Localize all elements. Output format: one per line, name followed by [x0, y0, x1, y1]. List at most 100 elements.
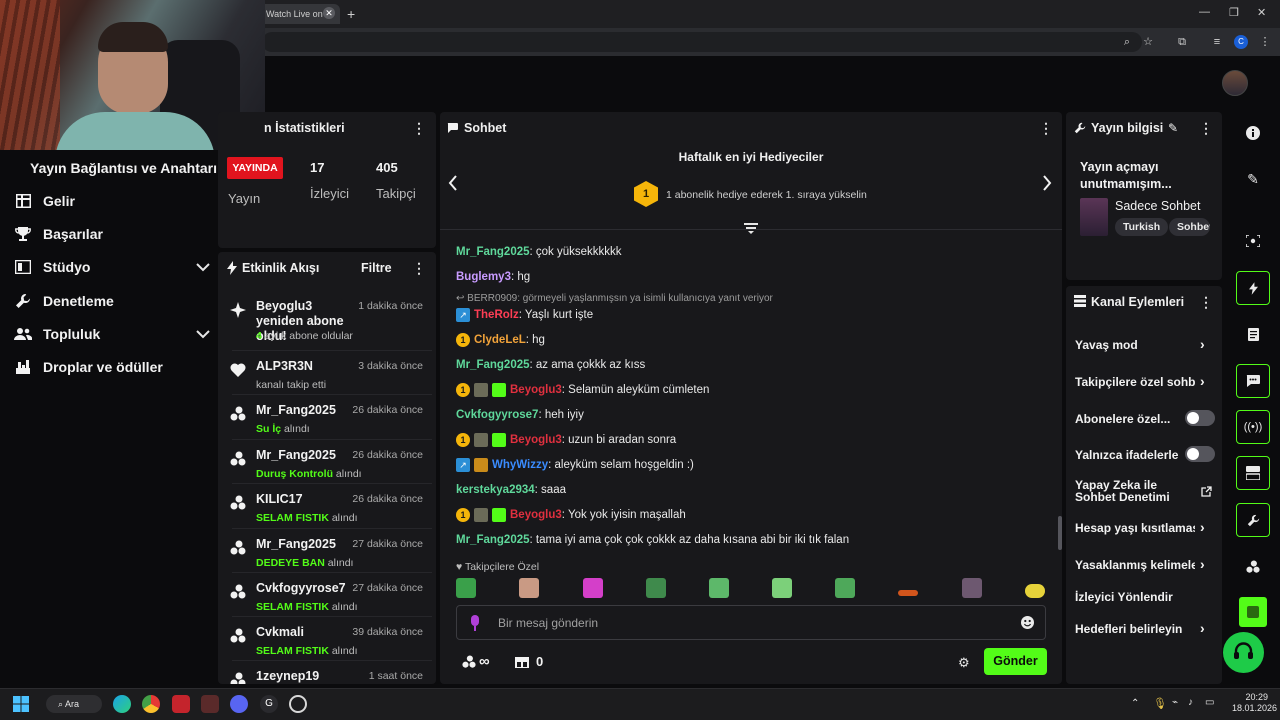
category-name[interactable]: Sadece Sohbet [1115, 199, 1201, 213]
tag[interactable]: Turkish [1115, 218, 1169, 236]
nav-item-gelir[interactable]: Gelir [14, 188, 210, 214]
media-icon[interactable]: ≡ [1210, 35, 1224, 49]
activity-item[interactable]: Mr_Fang2025 26 dakika önce Su İç alındı [218, 400, 436, 444]
network-icon[interactable]: ⌁ [1172, 697, 1178, 708]
pencil-icon[interactable]: ✎ [1236, 162, 1270, 196]
close-window-icon[interactable]: ✕ [1257, 6, 1266, 19]
edge-icon[interactable] [113, 695, 131, 713]
chat-message[interactable]: kerstekya2934: saaa [456, 482, 566, 498]
zoom-icon[interactable]: ⌕ [1120, 35, 1134, 49]
emote[interactable] [962, 578, 982, 598]
tab-close-icon[interactable]: ✕ [323, 7, 335, 19]
volume-icon[interactable]: ♪ [1188, 697, 1193, 708]
chevron-down-icon[interactable] [196, 329, 210, 339]
user-avatar[interactable] [1222, 70, 1248, 96]
stream-key-link[interactable]: Yayın Bağlantısı ve Anahtarı [30, 160, 217, 176]
activity-item[interactable]: KILIC17 26 dakika önce SELAM FISTIK alın… [218, 489, 436, 533]
chat-username[interactable]: WhyWizzy [492, 459, 548, 471]
chevron-right-icon[interactable]: › [1200, 519, 1205, 535]
emote-only-toggle[interactable] [1185, 446, 1215, 462]
pinned-collapse-icon[interactable] [744, 222, 760, 236]
chat-username[interactable]: kerstekya2934 [456, 484, 535, 496]
chat-username[interactable]: Beyoglu3 [510, 509, 562, 521]
chat-username[interactable]: Mr_Fang2025 [456, 246, 530, 258]
emote[interactable] [898, 590, 918, 596]
minimize-icon[interactable]: — [1199, 6, 1210, 18]
browser-menu-icon[interactable]: ⋮ [1258, 35, 1272, 49]
ai-moderation-row[interactable]: Yapay Zeka ile Sohbet Denetimi [1075, 479, 1185, 503]
app-icon[interactable] [172, 695, 190, 713]
chat-message[interactable]: Mr_Fang2025: çok yüksekkkkkk [456, 244, 622, 260]
emote[interactable] [456, 578, 476, 598]
chat-message[interactable]: ↗ TheRolz: Yaşlı kurt işte [456, 307, 593, 323]
nav-item-denetleme[interactable]: Denetleme [14, 288, 210, 314]
maximize-icon[interactable]: ❐ [1229, 6, 1239, 19]
chat-username[interactable]: Mr_Fang2025 [456, 359, 530, 371]
nav-item-studyo[interactable]: Stüdyo [14, 254, 210, 280]
chevron-right-icon[interactable]: › [1200, 373, 1205, 389]
new-tab-button[interactable]: + [347, 6, 355, 22]
chat-username[interactable]: Beyoglu3 [510, 434, 562, 446]
windows-start-icon[interactable] [13, 696, 30, 713]
chat-message[interactable]: ↗ WhyWizzy: aleyküm selam hoşgeldin :) [456, 457, 694, 473]
subscribers-only-toggle[interactable] [1185, 410, 1215, 426]
emoji-icon[interactable] [1021, 616, 1034, 629]
chat-input[interactable]: Bir mesaj gönderin [456, 605, 1046, 640]
chat-username[interactable]: Cvkfogyyrose7 [456, 409, 538, 421]
chevron-left-icon[interactable] [448, 175, 462, 193]
activity-item[interactable]: Beyoglu3 yeniden abone oldu! 1 dakika ön… [218, 296, 436, 343]
omnibox[interactable] [262, 32, 1142, 52]
chat-username[interactable]: Mr_Fang2025 [456, 534, 530, 546]
extensions-icon[interactable]: ⧉ [1175, 35, 1189, 49]
clip-icon[interactable] [1236, 224, 1270, 258]
chat-icon[interactable] [1236, 364, 1270, 398]
points-icon[interactable] [462, 655, 478, 669]
nav-item-basarilar[interactable]: Başarılar [14, 221, 210, 247]
banned-words-row[interactable]: Yasaklanmış kelimeler [1075, 558, 1195, 572]
chat-message[interactable]: Mr_Fang2025: tama iyi ama çok çok çokkk … [456, 532, 849, 548]
app-icon[interactable]: G [260, 695, 278, 713]
app-icon[interactable] [201, 695, 219, 713]
tray-chevron-icon[interactable]: ⌃ [1131, 698, 1139, 709]
category-thumbnail[interactable] [1080, 198, 1108, 236]
chat-settings-icon[interactable]: ⚙ [958, 655, 970, 671]
send-button[interactable]: Gönder [984, 648, 1047, 675]
mod-wrench-icon[interactable] [1236, 503, 1270, 537]
chat-username[interactable]: Beyoglu3 [510, 384, 562, 396]
chat-username[interactable]: Buglemy3 [456, 271, 511, 283]
emote[interactable] [583, 578, 603, 598]
stats-menu-icon[interactable]: ⋮ [412, 120, 426, 137]
chat-message[interactable]: 1 Beyoglu3: uzun bi aradan sonra [456, 432, 676, 448]
app-icon[interactable] [289, 695, 307, 713]
document-icon[interactable] [1236, 317, 1270, 351]
bookmark-star-icon[interactable]: ☆ [1141, 35, 1155, 49]
taskbar-clock[interactable]: 20:29 18.01.2026 [1232, 692, 1277, 714]
chat-username[interactable]: ClydeLeL [474, 334, 526, 346]
emote[interactable] [519, 578, 539, 598]
tag[interactable]: Sohbet [1169, 218, 1210, 236]
chat-message[interactable]: Cvkfogyyrose7: heh iyiy [456, 407, 584, 423]
external-link-icon[interactable] [1201, 486, 1212, 497]
kick-extension-icon[interactable] [1239, 597, 1267, 627]
edit-icon[interactable]: ✎ [1168, 121, 1178, 135]
chat-message[interactable]: 1 Beyoglu3: Selamün aleyküm cümleten [456, 382, 709, 398]
gift-box-icon[interactable] [515, 654, 529, 668]
chat-username[interactable]: TheRolz [474, 309, 519, 321]
taskbar-search[interactable]: ⌕ Ara [46, 695, 102, 713]
stream-layout-icon[interactable] [1236, 456, 1270, 490]
mic-icon[interactable] [471, 615, 479, 631]
chat-scrollbar[interactable] [1058, 516, 1062, 550]
discord-icon[interactable] [230, 695, 248, 713]
goals-row[interactable]: Hedefleri belirleyin [1075, 622, 1195, 636]
chat-message[interactable]: 1 ClydeLeL: hg [456, 332, 545, 348]
info-icon[interactable] [1236, 116, 1270, 150]
nav-item-droplar[interactable]: Droplar ve ödüller [14, 354, 210, 380]
account-age-row[interactable]: Hesap yaşı kısıtlaması [1075, 521, 1195, 535]
profile-icon[interactable]: C [1234, 35, 1248, 49]
chevron-down-icon[interactable] [196, 262, 210, 272]
emote[interactable] [1025, 584, 1045, 598]
nav-item-topluluk[interactable]: Topluluk [14, 321, 210, 347]
followers-only-row[interactable]: Takipçilere özel sohbet [1075, 375, 1195, 389]
emote[interactable] [709, 578, 729, 598]
chrome-icon[interactable] [142, 695, 160, 713]
